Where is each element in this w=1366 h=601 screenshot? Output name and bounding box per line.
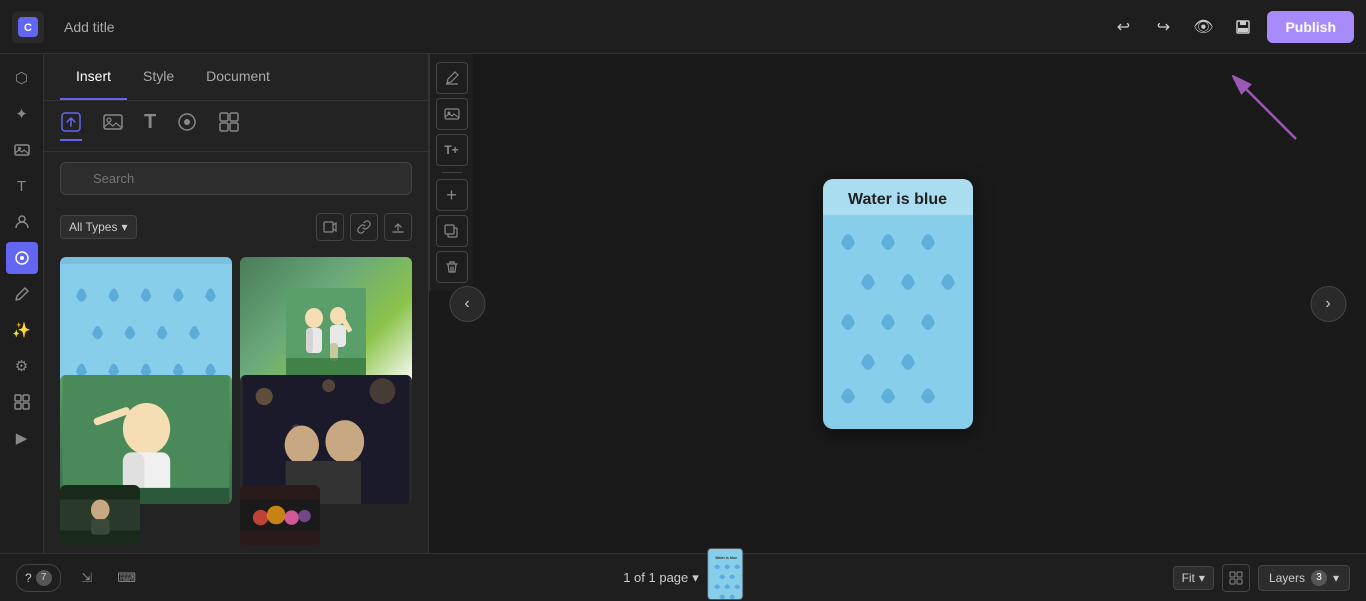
arrow-annotation	[1226, 64, 1306, 149]
media-grid	[44, 249, 428, 553]
chevron-down-icon: ▾	[1333, 571, 1339, 585]
grid-view-button[interactable]	[1222, 564, 1250, 592]
svg-text:C: C	[24, 22, 32, 34]
tab-style[interactable]: Style	[127, 54, 190, 100]
chevron-down-icon: ▾	[1199, 571, 1205, 585]
redo-button[interactable]: ↪	[1147, 11, 1179, 43]
sidebar-users[interactable]	[6, 206, 38, 238]
sidebar-media[interactable]	[6, 134, 38, 166]
main-area: ⬡ ✦ T ✨ ⚙ ▶ Insert Style Document	[0, 54, 1366, 553]
bottom-bar: ? 7 ⇲ ⌨ 1 of 1 page ▾ Water is blue	[0, 553, 1366, 601]
insert-panel: Insert Style Document T 🔍	[44, 54, 429, 553]
help-count: 7	[36, 570, 52, 586]
chevron-down-icon: ▾	[121, 220, 127, 234]
app-logo: C	[12, 11, 44, 43]
sidebar-shapes[interactable]: ⬡	[6, 62, 38, 94]
view-link-button[interactable]	[350, 213, 378, 241]
text-add-button[interactable]: T+	[436, 134, 468, 166]
image-replace-button[interactable]	[436, 98, 468, 130]
search-input[interactable]	[60, 162, 412, 195]
type-text[interactable]: T	[144, 111, 156, 141]
media-item-flowers[interactable]	[240, 485, 320, 545]
page-info: 1 of 1 page ▾	[623, 570, 699, 586]
water-card[interactable]: Water is blue	[823, 179, 973, 429]
bottom-right-controls: Fit ▾ Layers 3 ▾	[1173, 564, 1350, 592]
filter-dropdown[interactable]: All Types ▾	[60, 215, 137, 239]
next-page-button[interactable]: ›	[1310, 286, 1346, 322]
toolbar-divider	[442, 172, 462, 173]
page-label: 1 of 1 page	[623, 570, 688, 585]
type-upload[interactable]	[60, 111, 82, 141]
save-button[interactable]	[1227, 11, 1259, 43]
page-thumbnail[interactable]: Water is blue	[707, 548, 743, 600]
preview-button[interactable]: 👁	[1187, 11, 1219, 43]
duplicate-button[interactable]	[436, 215, 468, 247]
search-container: 🔍	[44, 152, 428, 205]
sidebar-play[interactable]: ▶	[6, 422, 38, 454]
type-shapes[interactable]	[176, 111, 198, 141]
filter-row: All Types ▾	[44, 205, 428, 249]
header: C Add title ↩ ↪ 👁 Publish	[0, 0, 1366, 54]
add-element-button[interactable]: +	[436, 179, 468, 211]
panel-tabs: Insert Style Document	[44, 54, 428, 101]
right-toolbar: T+ +	[429, 54, 473, 291]
delete-element-button[interactable]	[436, 251, 468, 283]
header-actions: ↩ ↪ 👁 Publish	[1107, 11, 1354, 43]
chevron-down-icon: ▾	[692, 570, 699, 586]
keyboard-button[interactable]: ⌨	[113, 564, 141, 592]
sidebar-grid[interactable]	[6, 386, 38, 418]
type-grid[interactable]	[218, 111, 240, 141]
card-container: Water is blue	[823, 179, 973, 429]
svg-text:Water is blue: Water is blue	[715, 556, 737, 560]
help-icon: ?	[25, 571, 32, 585]
filter-icons	[316, 213, 412, 241]
fill-tool-button[interactable]	[436, 62, 468, 94]
tab-document[interactable]: Document	[190, 54, 286, 100]
left-sidebar: ⬡ ✦ T ✨ ⚙ ▶	[0, 54, 44, 553]
prev-page-button[interactable]: ‹	[449, 286, 485, 322]
insert-type-icons: T	[44, 101, 428, 152]
tab-insert[interactable]: Insert	[60, 54, 127, 100]
sidebar-settings[interactable]: ⚙	[6, 350, 38, 382]
page-info-area: 1 of 1 page ▾ Water is blue	[623, 556, 743, 600]
publish-button[interactable]: Publish	[1267, 11, 1354, 43]
sidebar-elements[interactable]: ✦	[6, 98, 38, 130]
document-title[interactable]: Add title	[52, 19, 1099, 35]
media-item-person[interactable]	[60, 485, 140, 545]
layers-label: Layers	[1269, 571, 1305, 585]
filter-label: All Types	[69, 220, 117, 234]
type-image[interactable]	[102, 111, 124, 141]
layers-button[interactable]: Layers 3 ▾	[1258, 565, 1350, 591]
layers-count: 3	[1311, 570, 1327, 586]
resize-button[interactable]: ⇲	[73, 564, 101, 592]
view-video-button[interactable]	[316, 213, 344, 241]
fit-dropdown[interactable]: Fit ▾	[1173, 566, 1214, 590]
upload-button[interactable]	[384, 213, 412, 241]
help-button[interactable]: ? 7	[16, 564, 61, 592]
canvas-wrapper: ‹ › Water is blue	[429, 54, 1366, 553]
sidebar-pen[interactable]	[6, 278, 38, 310]
sidebar-brand[interactable]	[6, 242, 38, 274]
undo-button[interactable]: ↩	[1107, 11, 1139, 43]
sidebar-text[interactable]: T	[6, 170, 38, 202]
card-title: Water is blue	[823, 179, 973, 215]
sidebar-magic[interactable]: ✨	[6, 314, 38, 346]
media-item-kids[interactable]	[240, 257, 412, 386]
fit-label: Fit	[1182, 571, 1195, 585]
